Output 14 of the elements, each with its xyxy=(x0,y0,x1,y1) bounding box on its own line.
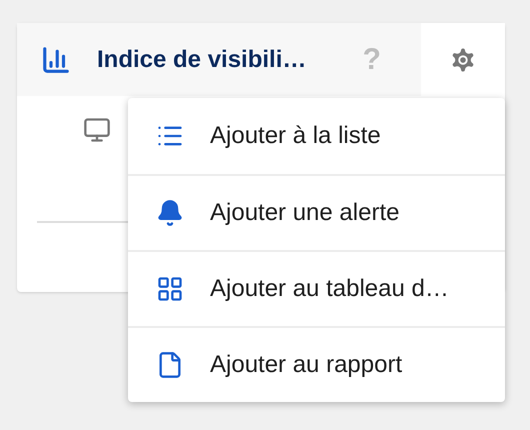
menu-item[interactable]: Ajouter au tableau d… xyxy=(128,250,505,326)
menu-item-label: Ajouter au rapport xyxy=(210,350,402,380)
grid-icon xyxy=(156,275,184,303)
menu-item[interactable]: Ajouter une alerte xyxy=(128,174,505,250)
menu-item[interactable]: Ajouter à la liste xyxy=(128,98,505,174)
bell-icon xyxy=(156,199,184,227)
bar-chart-icon xyxy=(41,44,71,74)
menu-item[interactable]: Ajouter au rapport xyxy=(128,326,505,402)
menu-item-label: Ajouter au tableau d… xyxy=(210,274,449,304)
settings-button[interactable] xyxy=(421,23,505,96)
menu-item-label: Ajouter une alerte xyxy=(210,198,400,228)
menu-item-label: Ajouter à la liste xyxy=(210,121,381,151)
card-title: Indice de visibili… xyxy=(97,44,306,74)
monitor-icon xyxy=(83,116,111,144)
